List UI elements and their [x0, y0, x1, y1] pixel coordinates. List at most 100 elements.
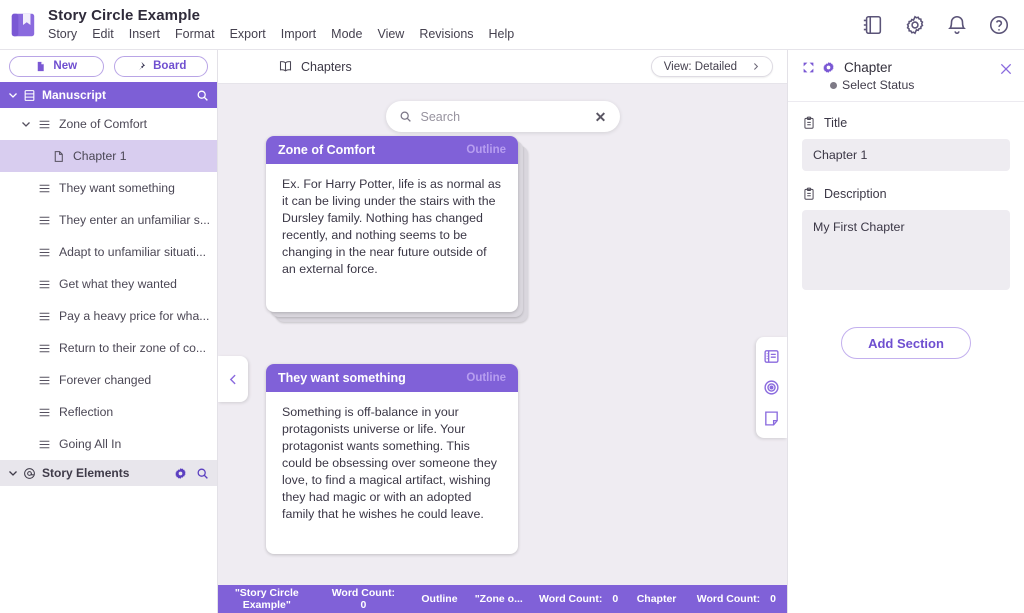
- close-icon[interactable]: [998, 61, 1014, 77]
- status-outline-wordcount-value: 0: [612, 593, 618, 605]
- status-document-wordcount: Word Count: 0: [316, 585, 412, 613]
- status-chapter-wordcount-label: Word Count:: [697, 593, 760, 605]
- tree-item-zone-of-comfort[interactable]: Zone of Comfort: [0, 108, 217, 140]
- bell-icon[interactable]: [946, 14, 968, 36]
- view-mode-button[interactable]: View: Detailed: [651, 56, 773, 77]
- tree-item-label: Zone of Comfort: [59, 117, 147, 131]
- search-input[interactable]: [421, 110, 595, 124]
- title-field-label-text: Title: [824, 116, 847, 130]
- tree-item-label: Return to their zone of co...: [59, 341, 206, 355]
- tree-item-reflection[interactable]: Reflection: [0, 396, 217, 428]
- close-icon[interactable]: ✕: [595, 111, 607, 123]
- menu-item-view[interactable]: View: [377, 27, 404, 42]
- search-icon[interactable]: [196, 467, 209, 480]
- tree-item-get-what-they-wanted[interactable]: Get what they wanted: [0, 268, 217, 300]
- gear-icon[interactable]: [174, 467, 187, 480]
- target-icon[interactable]: [763, 379, 780, 396]
- card-body-text: Something is off-balance in your protago…: [266, 392, 518, 537]
- tree-item-they-want-something[interactable]: They want something: [0, 172, 217, 204]
- card-stack-zone-of-comfort: Zone of Comfort Outline Ex. For Harry Po…: [266, 136, 528, 322]
- list-icon: [38, 246, 51, 259]
- sidebar-section-story-elements[interactable]: Story Elements: [0, 460, 217, 486]
- chevron-left-icon: [227, 373, 240, 386]
- title-field-label: Title: [802, 116, 1010, 130]
- status-chapter-kind: Chapter: [627, 585, 685, 613]
- manuscript-tree: Zone of Comfort Chapter 1 They want some…: [0, 108, 217, 460]
- card-search-box[interactable]: ✕: [386, 101, 620, 132]
- tree-item-chapter-1[interactable]: Chapter 1: [0, 140, 217, 172]
- main-header-title: Chapters: [301, 60, 352, 74]
- menu-item-revisions[interactable]: Revisions: [419, 27, 473, 42]
- sidebar-section-manuscript[interactable]: Manuscript: [0, 82, 217, 108]
- tree-item-pay-a-heavy-price[interactable]: Pay a heavy price for wha...: [0, 300, 217, 332]
- chevron-spacer: [20, 246, 32, 258]
- card-type-tag: Outline: [466, 144, 506, 156]
- description-field-label-text: Description: [824, 187, 887, 201]
- chevron-spacer: [20, 438, 32, 450]
- body-row: New Board Manuscript: [0, 50, 1024, 613]
- tree-item-label: They enter an unfamiliar s...: [59, 213, 210, 227]
- title-input[interactable]: [802, 139, 1010, 171]
- list-icon: [38, 406, 51, 419]
- help-icon[interactable]: [988, 14, 1010, 36]
- board-button[interactable]: Board: [114, 56, 209, 77]
- chevron-down-icon[interactable]: [7, 89, 19, 101]
- gear-icon[interactable]: [904, 14, 926, 36]
- tree-item-they-enter-unfamiliar[interactable]: They enter an unfamiliar s...: [0, 204, 217, 236]
- status-outline-wordcount-label: Word Count:: [539, 593, 602, 605]
- clipboard-icon: [802, 116, 816, 130]
- sidebar-empty-space: [0, 486, 217, 613]
- card-title: Zone of Comfort: [278, 143, 466, 157]
- search-icon[interactable]: [196, 89, 209, 102]
- menu-item-mode[interactable]: Mode: [331, 27, 362, 42]
- note-icon[interactable]: [763, 410, 780, 427]
- add-section-button[interactable]: Add Section: [841, 327, 971, 359]
- description-textarea[interactable]: [802, 210, 1010, 290]
- menu-item-format[interactable]: Format: [175, 27, 215, 42]
- outline-list-icon[interactable]: [763, 348, 780, 365]
- tree-item-adapt-to-unfamiliar[interactable]: Adapt to unfamiliar situati...: [0, 236, 217, 268]
- board-button-label: Board: [153, 60, 186, 72]
- list-icon: [38, 182, 51, 195]
- status-chapter-wordcount: Word Count: 0: [686, 585, 787, 613]
- chevron-down-icon[interactable]: [7, 467, 19, 479]
- menu-item-insert[interactable]: Insert: [129, 27, 160, 42]
- chevron-spacer: [20, 310, 32, 322]
- expand-arrows-icon[interactable]: [802, 61, 815, 74]
- gear-icon[interactable]: [822, 61, 835, 74]
- status-document-name: "Story Circle Example": [218, 585, 316, 613]
- chevron-spacer: [20, 214, 32, 226]
- tree-item-forever-changed[interactable]: Forever changed: [0, 364, 217, 396]
- title-and-menu: Story Circle Example Story Edit Insert F…: [48, 7, 514, 42]
- card-zone-of-comfort[interactable]: Zone of Comfort Outline Ex. For Harry Po…: [266, 136, 518, 312]
- status-outline-wordcount: Word Count: 0: [530, 585, 628, 613]
- inspector-header-main: Chapter Select Status: [802, 60, 998, 92]
- sidebar-actions: New Board: [0, 50, 217, 82]
- pin-icon: [135, 61, 146, 72]
- manuscript-label: Manuscript: [42, 88, 196, 102]
- menu-item-edit[interactable]: Edit: [92, 27, 114, 42]
- status-selector[interactable]: Select Status: [802, 78, 998, 92]
- tree-item-return-to-zone[interactable]: Return to their zone of co...: [0, 332, 217, 364]
- tree-item-label: They want something: [59, 181, 175, 195]
- tree-item-going-all-in[interactable]: Going All In: [0, 428, 217, 460]
- chevron-spacer: [20, 406, 32, 418]
- menu-item-export[interactable]: Export: [230, 27, 266, 42]
- description-field-label: Description: [802, 187, 1010, 201]
- inspector-header: Chapter Select Status: [788, 50, 1024, 102]
- menu-item-import[interactable]: Import: [281, 27, 316, 42]
- list-icon: [38, 118, 51, 131]
- sidebar-collapse-tab[interactable]: [218, 356, 248, 402]
- menu-item-help[interactable]: Help: [489, 27, 515, 42]
- chevron-down-icon[interactable]: [20, 118, 32, 130]
- list-icon: [38, 374, 51, 387]
- new-button[interactable]: New: [9, 56, 104, 77]
- notebook-icon[interactable]: [862, 14, 884, 36]
- menu-item-story[interactable]: Story: [48, 27, 77, 42]
- card-they-want-something[interactable]: They want something Outline Something is…: [266, 364, 518, 554]
- tree-item-label: Get what they wanted: [59, 277, 177, 291]
- inspector-title-row: Chapter: [802, 60, 998, 75]
- tree-item-label: Reflection: [59, 405, 113, 419]
- list-icon: [38, 342, 51, 355]
- app-logo: [8, 10, 38, 40]
